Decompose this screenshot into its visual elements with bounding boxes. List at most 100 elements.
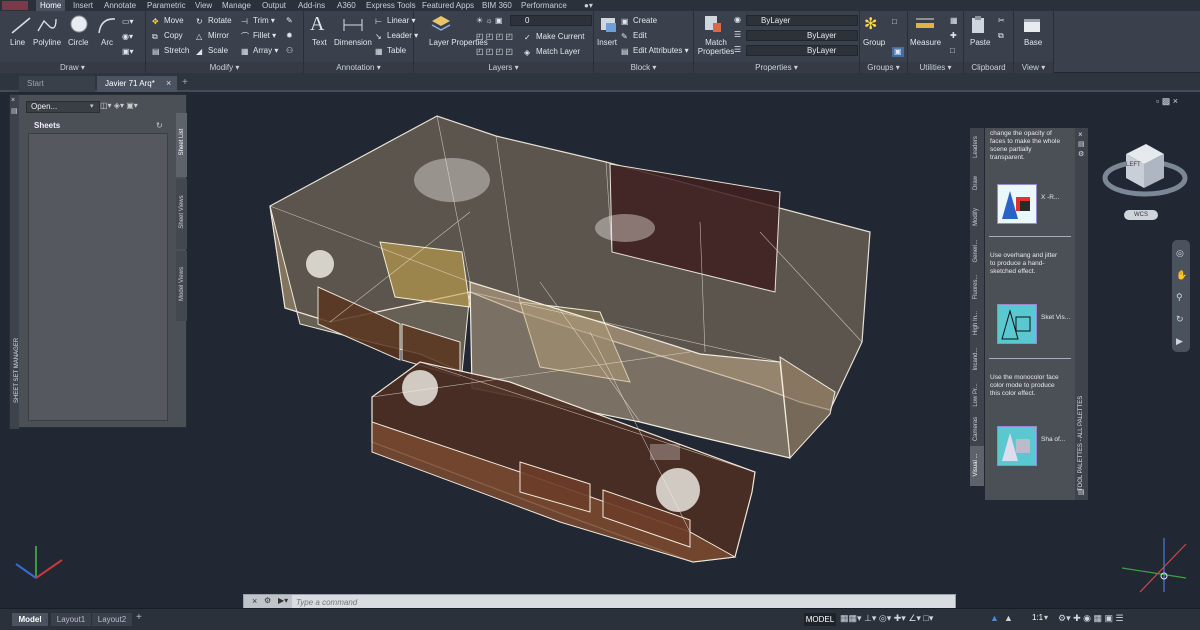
paste-button[interactable]: Paste xyxy=(970,38,990,47)
arc-button[interactable]: Arc xyxy=(101,38,113,47)
array-button[interactable]: ▦ Array ▾ xyxy=(241,46,278,56)
tab-performance[interactable]: Performance xyxy=(521,0,567,11)
palette-properties-icon[interactable]: ⚙ xyxy=(1078,150,1084,158)
layer-dropdown[interactable]: 0 xyxy=(510,15,592,26)
open-dropdown[interactable]: Open... xyxy=(26,101,100,113)
palette-tab-cameras[interactable]: Cameras xyxy=(970,414,984,446)
palette-bottom-icon[interactable]: ▤ xyxy=(1078,488,1085,496)
stretch-button[interactable]: ▤ Stretch xyxy=(152,46,189,56)
match-properties-button[interactable]: Match Properties xyxy=(697,38,735,56)
panel-block-title[interactable]: Block ▾ xyxy=(594,62,693,73)
close-tab-icon[interactable]: × xyxy=(166,78,171,88)
panel-annotation-title[interactable]: Annotation ▾ xyxy=(304,62,413,73)
polyline-button[interactable]: Polyline xyxy=(33,38,61,47)
auto-scale-icon[interactable]: ▲ xyxy=(1004,613,1013,623)
tab-annotate[interactable]: Annotate xyxy=(104,0,136,11)
palette-close-icon[interactable]: × xyxy=(1078,130,1083,139)
orbit-icon[interactable]: ↻ xyxy=(1176,314,1184,325)
app-menu-button[interactable] xyxy=(2,1,28,10)
palette-tab-generic[interactable]: Generi... xyxy=(970,234,984,270)
move-button[interactable]: ✥ Move xyxy=(152,16,184,26)
add-layout-icon[interactable]: + xyxy=(136,612,142,623)
tab-layout1[interactable]: Layout1 xyxy=(51,613,91,626)
palette-tab-modify[interactable]: Modify xyxy=(970,200,984,234)
navigation-bar[interactable]: ◎ ✋ ⚲ ↻ ▶ xyxy=(1172,240,1190,352)
lineweight-dropdown[interactable]: ByLayer xyxy=(746,45,858,56)
sheet-list[interactable] xyxy=(28,133,168,421)
insert-button[interactable]: Insert xyxy=(597,38,617,47)
annotation-scale[interactable]: 1:1 xyxy=(1032,613,1043,622)
command-input[interactable] xyxy=(296,596,946,608)
sketchy-style-tool[interactable] xyxy=(997,304,1037,344)
linetype-dropdown[interactable]: ByLayer xyxy=(746,30,858,41)
tab-express-tools[interactable]: Express Tools xyxy=(366,0,416,11)
ssm-close-icon[interactable]: × xyxy=(11,97,15,104)
quick-calc-icon[interactable]: ▦ xyxy=(950,16,958,26)
tab-parametric[interactable]: Parametric xyxy=(147,0,186,11)
showmotion-icon[interactable]: ▶ xyxy=(1176,336,1183,347)
rotate-button[interactable]: ↻ Rotate xyxy=(196,16,232,26)
region-icon[interactable]: ▣▾ xyxy=(122,47,134,57)
edit-attributes-button[interactable]: ▤ Edit Attributes ▾ xyxy=(621,46,689,56)
table-button[interactable]: ▦ Table xyxy=(375,46,406,56)
status-toggles-2[interactable]: ⚙▾ ✚ ◉ ▦ ▣ ☰ xyxy=(1058,613,1124,624)
layer-tools-icons-2[interactable]: ◰ ◰ ◰ ◰ xyxy=(476,47,513,57)
tab-sheet-list[interactable]: Sheet List xyxy=(176,113,187,177)
dimension-button[interactable]: Dimension xyxy=(334,38,372,47)
cut-icon[interactable]: ✂ xyxy=(998,16,1005,26)
create-block-button[interactable]: ▣ Create xyxy=(621,16,657,26)
tab-home[interactable]: Home xyxy=(36,0,66,11)
tab-document[interactable]: Javier 71 Arq* xyxy=(97,76,177,92)
zoom-icon[interactable]: ⚲ xyxy=(1176,292,1183,303)
explode-icon[interactable]: ✹ xyxy=(286,31,293,41)
tab-bim-360[interactable]: BIM 360 xyxy=(482,0,512,11)
make-current-button[interactable]: ✓ Make Current xyxy=(524,32,584,42)
ribbon-options-icon[interactable]: ●▾ xyxy=(584,0,593,11)
measure-button[interactable]: Measure xyxy=(910,38,941,47)
new-tab-icon[interactable]: + xyxy=(182,77,188,88)
layer-tools-icons-1[interactable]: ◰ ◰ ◰ ◰ xyxy=(476,32,513,42)
group-select-icon[interactable]: ▣ xyxy=(892,47,904,57)
mirror-button[interactable]: △ Mirror xyxy=(196,31,229,41)
linear-button[interactable]: ⊢ Linear ▾ xyxy=(375,16,416,26)
edit-block-button[interactable]: ✎ Edit xyxy=(621,31,647,41)
viewport-window-controls[interactable]: ▫ ▩ × xyxy=(1156,96,1178,107)
match-layer-button[interactable]: ◈ Match Layer xyxy=(524,47,580,57)
tab-view[interactable]: View xyxy=(195,0,212,11)
palette-tab-low-pressure[interactable]: Low Pr... xyxy=(970,378,984,414)
copy-button[interactable]: ⧉ Copy xyxy=(152,31,183,41)
palette-tab-fluorescent[interactable]: Fluores... xyxy=(970,270,984,306)
annotation-visibility-icon[interactable]: ▲ xyxy=(990,613,999,623)
hatch-icon[interactable]: ◉▾ xyxy=(122,32,133,42)
ssm-toolbar-icons[interactable]: ◫▾ ◈▾ ▣▾ xyxy=(100,101,138,110)
tab-model[interactable]: Model xyxy=(12,613,48,626)
tab-featured-apps[interactable]: Featured Apps xyxy=(422,0,474,11)
status-toggles-1[interactable]: ▦▦▾ ⊥▾ ◎▾ ✚▾ ∠▾ □▾ xyxy=(840,613,933,624)
panel-view-title[interactable]: View ▾ xyxy=(1014,62,1053,73)
tab-a360[interactable]: A360 xyxy=(337,0,356,11)
ungroup-icon[interactable]: □ xyxy=(892,17,897,27)
sheets-refresh-icon[interactable]: ↻ xyxy=(156,121,163,130)
palette-tab-leaders[interactable]: Leaders xyxy=(970,130,984,166)
tab-sheet-views[interactable]: Sheet Views xyxy=(176,179,187,249)
point-icon[interactable]: ✚ xyxy=(950,31,957,41)
palette-tab-high-intensity[interactable]: High In... xyxy=(970,306,984,342)
fillet-button[interactable]: ⌒ Fillet ▾ xyxy=(241,31,276,41)
palette-tab-incandescent[interactable]: Incand... xyxy=(970,342,984,378)
lineweight-icon[interactable]: ☰ xyxy=(734,30,741,40)
ssm-autohide-icon[interactable]: ▤ xyxy=(11,107,18,115)
panel-utilities-title[interactable]: Utilities ▾ xyxy=(908,62,963,73)
line-button[interactable]: Line xyxy=(10,38,25,47)
tab-add-ins[interactable]: Add-ins xyxy=(298,0,325,11)
text-button[interactable]: Text xyxy=(312,38,327,47)
panel-properties-title[interactable]: Properties ▾ xyxy=(694,62,859,73)
offset-icon[interactable]: ⚇ xyxy=(286,46,293,56)
command-customize-icon[interactable]: ⚙ xyxy=(264,596,271,605)
select-all-icon[interactable]: □ xyxy=(950,46,955,56)
group-button[interactable]: Group xyxy=(863,38,885,47)
shades-style-tool[interactable] xyxy=(997,426,1037,466)
steering-wheel-icon[interactable]: ◎ xyxy=(1176,248,1184,259)
palette-autohide-icon[interactable]: ▤ xyxy=(1078,140,1085,148)
tab-model-views[interactable]: Model Views xyxy=(176,251,187,321)
panel-layers-title[interactable]: Layers ▾ xyxy=(414,62,593,73)
